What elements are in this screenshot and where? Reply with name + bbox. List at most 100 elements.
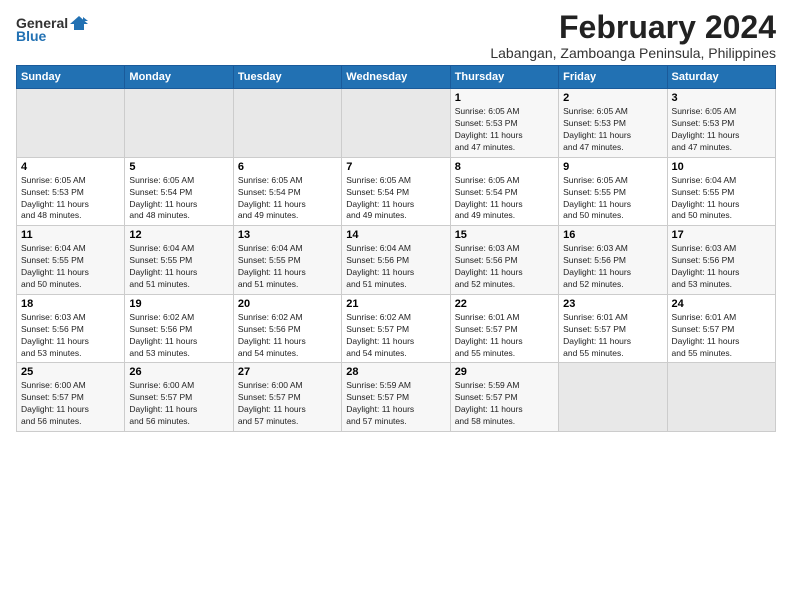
day-number: 25	[21, 366, 120, 378]
day-info: Sunrise: 6:03 AM Sunset: 5:56 PM Dayligh…	[21, 312, 120, 360]
day-number: 7	[346, 161, 445, 173]
day-number: 29	[455, 366, 554, 378]
col-header-saturday: Saturday	[667, 66, 775, 89]
calendar-cell: 15 Sunrise: 6:03 AM Sunset: 5:56 PM Dayli…	[450, 226, 558, 295]
calendar-cell: 14 Sunrise: 6:04 AM Sunset: 5:56 PM Dayli…	[342, 226, 450, 295]
day-info: Sunrise: 6:05 AM Sunset: 5:53 PM Dayligh…	[455, 106, 554, 154]
day-number: 3	[672, 92, 771, 104]
calendar-cell: 26 Sunrise: 6:00 AM Sunset: 5:57 PM Dayli…	[125, 363, 233, 432]
col-header-sunday: Sunday	[17, 66, 125, 89]
day-number: 27	[238, 366, 337, 378]
calendar-cell: 19Sunrise: 6:02 AM Sunset: 5:56 PM Dayli…	[125, 294, 233, 363]
calendar-cell: 13 Sunrise: 6:04 AM Sunset: 5:55 PM Dayli…	[233, 226, 341, 295]
day-info: Sunrise: 6:03 AM Sunset: 5:56 PM Dayligh…	[455, 243, 554, 291]
day-number: 6	[238, 161, 337, 173]
calendar-cell: 28 Sunrise: 5:59 AM Sunset: 5:57 PM Dayli…	[342, 363, 450, 432]
calendar-cell: 8Sunrise: 6:05 AM Sunset: 5:54 PM Daylig…	[450, 157, 558, 226]
day-number: 5	[129, 161, 228, 173]
calendar-cell: 7 Sunrise: 6:05 AM Sunset: 5:54 PM Daylig…	[342, 157, 450, 226]
day-number: 12	[129, 229, 228, 241]
calendar-cell: 5Sunrise: 6:05 AM Sunset: 5:54 PM Daylig…	[125, 157, 233, 226]
col-header-thursday: Thursday	[450, 66, 558, 89]
page: General Blue February 2024 Labangan, Zam…	[0, 0, 792, 438]
logo: General Blue	[16, 14, 88, 44]
day-number: 10	[672, 161, 771, 173]
calendar-cell	[559, 363, 667, 432]
day-info: Sunrise: 6:04 AM Sunset: 5:55 PM Dayligh…	[129, 243, 228, 291]
day-info: Sunrise: 6:05 AM Sunset: 5:55 PM Dayligh…	[563, 175, 662, 223]
calendar-cell: 29 Sunrise: 5:59 AM Sunset: 5:57 PM Dayli…	[450, 363, 558, 432]
header: General Blue February 2024 Labangan, Zam…	[16, 10, 776, 61]
calendar-cell: 25 Sunrise: 6:00 AM Sunset: 5:57 PM Dayli…	[17, 363, 125, 432]
calendar-cell: 11 Sunrise: 6:04 AM Sunset: 5:55 PM Dayli…	[17, 226, 125, 295]
day-info: Sunrise: 6:01 AM Sunset: 5:57 PM Dayligh…	[563, 312, 662, 360]
day-number: 22	[455, 298, 554, 310]
day-number: 23	[563, 298, 662, 310]
calendar-cell: 24 Sunrise: 6:01 AM Sunset: 5:57 PM Dayli…	[667, 294, 775, 363]
day-number: 14	[346, 229, 445, 241]
day-info: Sunrise: 6:00 AM Sunset: 5:57 PM Dayligh…	[21, 380, 120, 428]
day-info: Sunrise: 6:05 AM Sunset: 5:53 PM Dayligh…	[21, 175, 120, 223]
day-number: 21	[346, 298, 445, 310]
day-info: Sunrise: 6:05 AM Sunset: 5:54 PM Dayligh…	[346, 175, 445, 223]
day-info: Sunrise: 6:05 AM Sunset: 5:53 PM Dayligh…	[563, 106, 662, 154]
calendar-cell: 2 Sunrise: 6:05 AM Sunset: 5:53 PM Daylig…	[559, 89, 667, 158]
calendar-cell: 1 Sunrise: 6:05 AM Sunset: 5:53 PM Daylig…	[450, 89, 558, 158]
day-info: Sunrise: 6:01 AM Sunset: 5:57 PM Dayligh…	[672, 312, 771, 360]
day-number: 9	[563, 161, 662, 173]
day-number: 17	[672, 229, 771, 241]
calendar-cell: 20 Sunrise: 6:02 AM Sunset: 5:56 PM Dayli…	[233, 294, 341, 363]
calendar-cell	[125, 89, 233, 158]
day-number: 26	[129, 366, 228, 378]
day-info: Sunrise: 6:04 AM Sunset: 5:56 PM Dayligh…	[346, 243, 445, 291]
day-number: 13	[238, 229, 337, 241]
calendar-cell: 17 Sunrise: 6:03 AM Sunset: 5:56 PM Dayli…	[667, 226, 775, 295]
day-number: 8	[455, 161, 554, 173]
day-info: Sunrise: 6:02 AM Sunset: 5:56 PM Dayligh…	[238, 312, 337, 360]
day-number: 2	[563, 92, 662, 104]
day-number: 19	[129, 298, 228, 310]
title-area: February 2024 Labangan, Zamboanga Penins…	[490, 10, 776, 61]
calendar-cell: 16 Sunrise: 6:03 AM Sunset: 5:56 PM Dayli…	[559, 226, 667, 295]
calendar-cell: 12 Sunrise: 6:04 AM Sunset: 5:55 PM Dayli…	[125, 226, 233, 295]
day-info: Sunrise: 6:04 AM Sunset: 5:55 PM Dayligh…	[238, 243, 337, 291]
day-number: 20	[238, 298, 337, 310]
day-number: 16	[563, 229, 662, 241]
calendar-cell: 3 Sunrise: 6:05 AM Sunset: 5:53 PM Daylig…	[667, 89, 775, 158]
day-number: 15	[455, 229, 554, 241]
day-info: Sunrise: 6:05 AM Sunset: 5:54 PM Dayligh…	[238, 175, 337, 223]
calendar-cell	[233, 89, 341, 158]
col-header-friday: Friday	[559, 66, 667, 89]
day-info: Sunrise: 6:01 AM Sunset: 5:57 PM Dayligh…	[455, 312, 554, 360]
day-info: Sunrise: 6:05 AM Sunset: 5:53 PM Dayligh…	[672, 106, 771, 154]
day-info: Sunrise: 6:00 AM Sunset: 5:57 PM Dayligh…	[238, 380, 337, 428]
day-info: Sunrise: 6:03 AM Sunset: 5:56 PM Dayligh…	[563, 243, 662, 291]
calendar-cell: 22 Sunrise: 6:01 AM Sunset: 5:57 PM Dayli…	[450, 294, 558, 363]
day-info: Sunrise: 6:03 AM Sunset: 5:56 PM Dayligh…	[672, 243, 771, 291]
day-number: 4	[21, 161, 120, 173]
calendar-cell	[667, 363, 775, 432]
day-info: Sunrise: 5:59 AM Sunset: 5:57 PM Dayligh…	[455, 380, 554, 428]
calendar-cell: 9 Sunrise: 6:05 AM Sunset: 5:55 PM Daylig…	[559, 157, 667, 226]
calendar-cell: 10Sunrise: 6:04 AM Sunset: 5:55 PM Dayli…	[667, 157, 775, 226]
logo-text-blue: Blue	[16, 28, 46, 44]
day-info: Sunrise: 5:59 AM Sunset: 5:57 PM Dayligh…	[346, 380, 445, 428]
calendar-cell: 6 Sunrise: 6:05 AM Sunset: 5:54 PM Daylig…	[233, 157, 341, 226]
subtitle: Labangan, Zamboanga Peninsula, Philippin…	[490, 45, 776, 61]
calendar-cell	[17, 89, 125, 158]
col-header-monday: Monday	[125, 66, 233, 89]
day-number: 28	[346, 366, 445, 378]
calendar-cell: 23 Sunrise: 6:01 AM Sunset: 5:57 PM Dayli…	[559, 294, 667, 363]
day-number: 24	[672, 298, 771, 310]
calendar-cell: 4 Sunrise: 6:05 AM Sunset: 5:53 PM Daylig…	[17, 157, 125, 226]
calendar-table: SundayMondayTuesdayWednesdayThursdayFrid…	[16, 65, 776, 432]
day-number: 11	[21, 229, 120, 241]
main-title: February 2024	[490, 10, 776, 45]
col-header-wednesday: Wednesday	[342, 66, 450, 89]
day-number: 1	[455, 92, 554, 104]
day-info: Sunrise: 6:04 AM Sunset: 5:55 PM Dayligh…	[21, 243, 120, 291]
logo-bird-icon	[70, 14, 88, 32]
day-number: 18	[21, 298, 120, 310]
day-info: Sunrise: 6:00 AM Sunset: 5:57 PM Dayligh…	[129, 380, 228, 428]
calendar-cell	[342, 89, 450, 158]
